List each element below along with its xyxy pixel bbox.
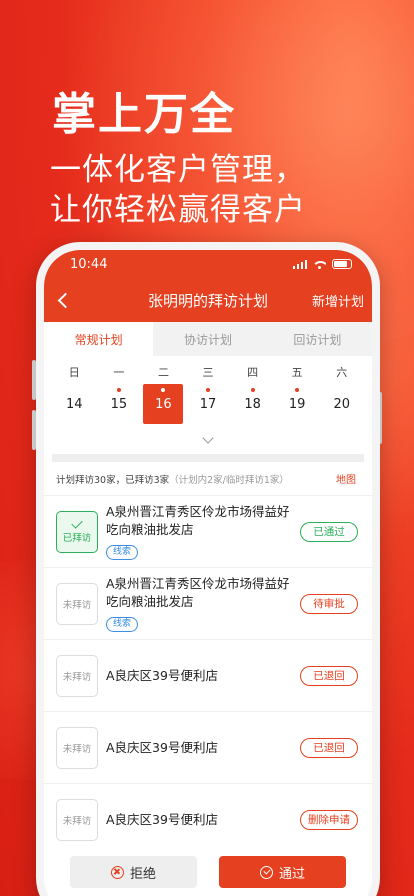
- lead-tag: 线索: [106, 545, 139, 560]
- visit-status-badge: 已拜访: [56, 510, 98, 553]
- action-bar: 拒绝 通过: [44, 846, 372, 896]
- visit-status-badge: 未拜访: [56, 726, 98, 769]
- calendar-date[interactable]: 15: [99, 384, 139, 424]
- weekday-label: 一: [113, 366, 125, 379]
- reject-label: 拒绝: [129, 866, 156, 882]
- visit-row[interactable]: 已拜访 A泉州晋江青秀区伶龙市场得益好吃向粮油批发店线索 已通过: [44, 496, 372, 568]
- battery-icon: [332, 259, 352, 269]
- weekday-label: 三: [202, 366, 214, 379]
- status-bar: 10:44: [44, 250, 372, 278]
- promo-subline-2: 让你轻松赢得客户: [50, 192, 306, 228]
- tab-revisit-plan[interactable]: 回访计划: [263, 322, 372, 356]
- visit-status-badge: 未拜访: [56, 798, 98, 841]
- calendar-date[interactable]: 14: [54, 384, 94, 424]
- plan-dot-icon: [206, 388, 211, 392]
- visit-row[interactable]: 未拜访 A良庆区39号便利店 已退回: [44, 712, 372, 784]
- reject-button[interactable]: 拒绝: [70, 856, 197, 888]
- store-name: A泉州晋江青秀区伶龙市场得益好吃向粮油批发店: [106, 504, 290, 537]
- store-name: A泉州晋江青秀区伶龙市场得益好吃向粮油批发店: [106, 576, 290, 609]
- calendar-date-number: 14: [66, 396, 83, 412]
- plan-dot-icon: [295, 388, 300, 392]
- expand-calendar-button[interactable]: [44, 430, 372, 450]
- weekday-label: 五: [291, 366, 303, 379]
- phone-mockup: 10:44 张明明的拜访计划 新增计划 常规计划 协访计划 回访计划 日 一 二…: [36, 242, 380, 896]
- promo-subline: 一体化客户管理， 让你轻松赢得客户: [50, 150, 306, 230]
- summary-detail: （计划内2家/临时拜访1家）: [169, 474, 289, 486]
- calendar-date[interactable]: 19: [277, 384, 317, 424]
- week-dates: 14 15 16 17 18 19 20: [44, 384, 372, 424]
- tab-assist-plan[interactable]: 协访计划: [153, 322, 262, 356]
- visit-status-badge: 未拜访: [56, 654, 98, 697]
- approval-status-badge[interactable]: 已退回: [300, 665, 358, 686]
- weekday-label: 日: [68, 366, 80, 379]
- visit-status-label: 未拜访: [62, 743, 92, 755]
- status-time: 10:44: [70, 256, 108, 272]
- close-circle-icon: [110, 865, 124, 879]
- wifi-icon: [313, 260, 326, 269]
- check-icon: [71, 516, 83, 529]
- visit-status-label: 已拜访: [62, 532, 92, 544]
- check-circle-icon: [259, 865, 273, 879]
- plan-dot-icon: [250, 388, 255, 392]
- calendar-date[interactable]: 17: [188, 384, 228, 424]
- plan-dot-icon: [116, 388, 121, 392]
- visit-status-label: 未拜访: [62, 671, 92, 683]
- section-divider: [52, 454, 364, 462]
- visit-summary: 计划拜访30家，已拜访3家（计划内2家/临时拜访1家） 地图: [44, 462, 372, 496]
- visit-row[interactable]: 未拜访 A良庆区39号便利店 已退回: [44, 640, 372, 712]
- calendar-date-number: 17: [199, 396, 217, 412]
- promo-subline-1: 一体化客户管理，: [50, 152, 306, 188]
- map-link[interactable]: 地图: [336, 471, 356, 486]
- plan-tabs: 常规计划 协访计划 回访计划: [44, 322, 372, 356]
- store-name: A良庆区39号便利店: [106, 739, 218, 755]
- lead-tag: 线索: [106, 617, 139, 632]
- visit-list: 已拜访 A泉州晋江青秀区伶龙市场得益好吃向粮油批发店 线索 已通过 未拜访 A泉州晋江青秀…: [44, 496, 372, 856]
- approval-status-badge[interactable]: 删除申请: [300, 809, 358, 830]
- weekday-label: 四: [247, 366, 259, 379]
- visit-status-label: 未拜访: [62, 815, 92, 827]
- chevron-down-icon: [202, 432, 214, 444]
- summary-text: 计划拜访30家，已拜访3家: [56, 474, 170, 486]
- calendar-date-number: 19: [288, 396, 306, 412]
- visit-row[interactable]: 未拜访 A泉州晋江青秀区伶龙市场得益好吃向粮油批发店线索 待审批: [44, 568, 372, 640]
- calendar-date-number: 18: [244, 396, 261, 412]
- visit-status-badge: 未拜访: [56, 582, 98, 625]
- approve-button[interactable]: 通过: [219, 856, 346, 888]
- weekday-header: 日 一 二 三 四 五 六: [44, 364, 372, 380]
- calendar-date-number: 20: [333, 396, 351, 412]
- store-name: A良庆区39号便利店: [106, 667, 218, 683]
- weekday-label: 二: [157, 366, 169, 379]
- calendar-date[interactable]: 20: [322, 384, 362, 424]
- approve-label: 通过: [278, 866, 305, 882]
- add-plan-button[interactable]: 新增计划: [312, 291, 364, 310]
- approval-status-badge[interactable]: 已退回: [300, 737, 358, 758]
- promo-headline: 掌上万全: [52, 89, 236, 140]
- visit-status-label: 未拜访: [62, 599, 92, 611]
- store-name: A良庆区39号便利店: [106, 811, 218, 827]
- app-screen: 10:44 张明明的拜访计划 新增计划 常规计划 协访计划 回访计划 日 一 二…: [44, 250, 372, 896]
- tab-regular-plan[interactable]: 常规计划: [44, 322, 154, 356]
- calendar-date-number: 16: [155, 396, 172, 412]
- approval-status-badge[interactable]: 已通过: [300, 521, 358, 542]
- nav-bar: 张明明的拜访计划 新增计划: [44, 278, 372, 322]
- calendar-date-number: 15: [110, 396, 128, 412]
- calendar-date[interactable]: 18: [233, 384, 273, 424]
- approval-status-badge[interactable]: 待审批: [300, 593, 358, 614]
- plan-dot-icon: [161, 388, 166, 392]
- calendar-date[interactable]: 16: [143, 384, 184, 424]
- signal-icon: [292, 259, 307, 269]
- weekday-label: 六: [336, 366, 348, 379]
